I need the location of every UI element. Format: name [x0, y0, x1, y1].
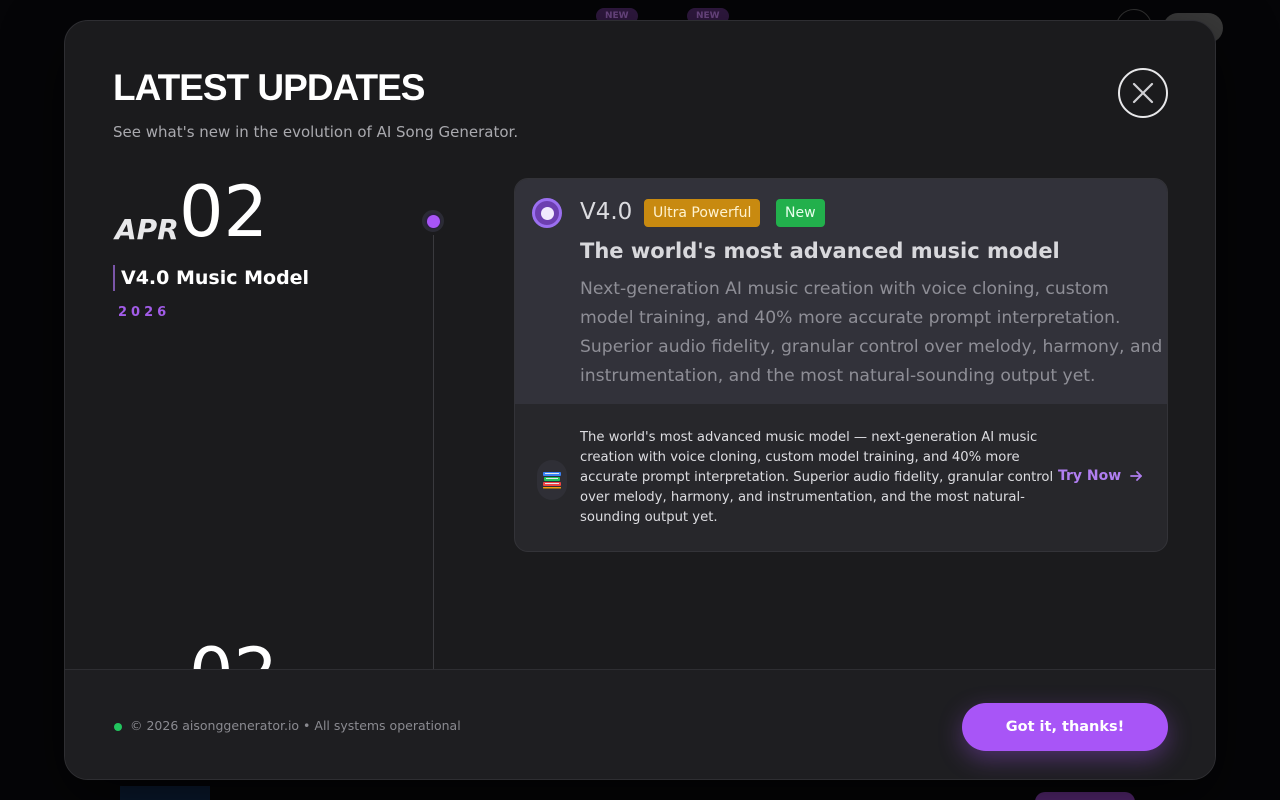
entry-title: V4.0 Music Model — [113, 265, 309, 291]
books-icon-graphic — [543, 472, 561, 489]
card-version: V4.0 — [580, 199, 633, 225]
got-it-button[interactable]: Got it, thanks! — [962, 703, 1168, 751]
background-button — [1035, 792, 1135, 800]
card-footer: The world's most advanced music model — … — [515, 404, 1167, 551]
ultra-powerful-badge: Ultra Powerful — [644, 199, 761, 227]
timeline-line — [433, 235, 434, 675]
updates-modal: LATEST UPDATES See what's new in the evo… — [64, 20, 1216, 780]
entry-month: APR — [115, 213, 179, 246]
try-now-label: Try Now — [1058, 468, 1122, 484]
radio-icon — [532, 198, 562, 228]
entry-day: 02 — [179, 171, 269, 253]
modal-footer: © 2026 aisonggenerator.io • All systems … — [65, 669, 1215, 779]
books-icon — [537, 460, 567, 500]
close-icon — [1132, 82, 1154, 104]
radio-icon-core — [540, 206, 554, 220]
modal-title: LATEST UPDATES — [113, 67, 425, 108]
footer-status-text: © 2026 aisonggenerator.io • All systems … — [130, 718, 461, 733]
close-button[interactable] — [1118, 68, 1168, 118]
timeline-dot — [422, 210, 444, 232]
update-card: V4.0 Ultra Powerful New The world's most… — [514, 178, 1168, 552]
status-dot — [114, 723, 122, 731]
card-description: Next-generation AI music creation with v… — [580, 279, 1163, 386]
modal-subtitle: See what's new in the evolution of AI So… — [113, 123, 519, 141]
background-element — [120, 786, 210, 800]
try-now-link[interactable]: Try Now — [1058, 468, 1143, 484]
timeline-dot-core — [426, 214, 440, 228]
new-badge: New — [776, 199, 825, 227]
card-heading: The world's most advanced music model — [580, 239, 1060, 263]
arrow-right-icon — [1130, 471, 1143, 481]
card-header: V4.0 Ultra Powerful New The world's most… — [515, 179, 1167, 404]
card-summary: The world's most advanced music model — … — [580, 430, 1054, 525]
entry-year: 2026 — [118, 305, 171, 320]
